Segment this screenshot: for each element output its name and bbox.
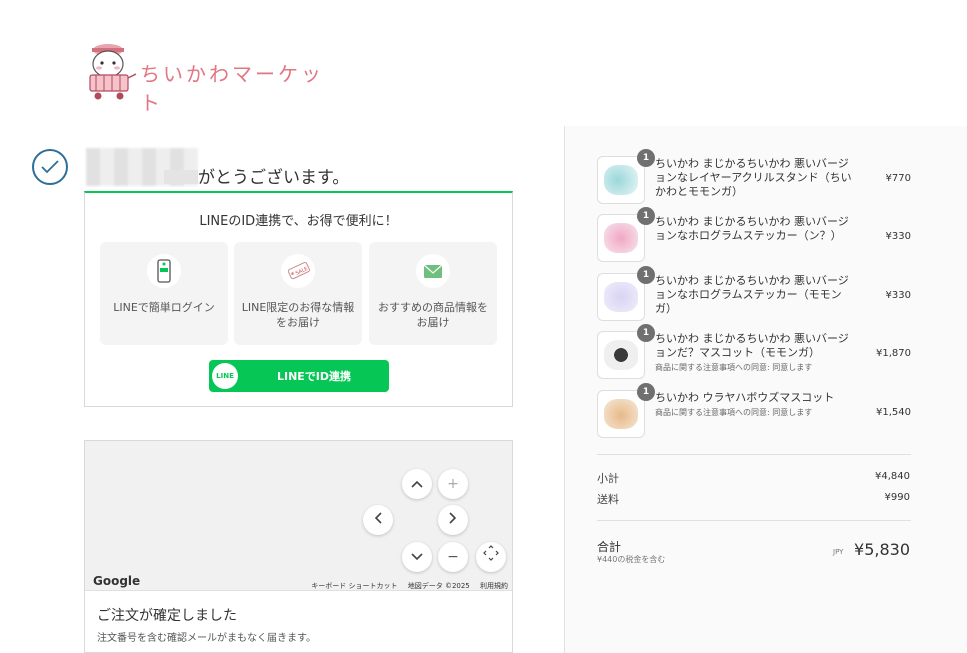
tax-included-note: ¥440の税金を含む — [597, 555, 666, 564]
google-logo: Google — [93, 574, 141, 588]
item-name: ちいかわ まじかるちいかわ 悪いバージョンなホログラムステッカー（モモンガ） — [655, 274, 849, 315]
chiikawa-cart-icon — [89, 44, 137, 100]
logo-text: ちいかわマーケット — [140, 62, 324, 115]
map-pan-up-button[interactable] — [402, 469, 432, 499]
map-pan-right-button[interactable] — [438, 505, 468, 535]
sale-tag-icon: SALE — [281, 254, 315, 288]
thanks-message: がとうございます。 — [198, 168, 350, 188]
map-zoom-out-button[interactable]: − — [438, 542, 468, 572]
subtotal-value: ¥4,840 — [875, 471, 910, 482]
item-qty-badge: 1 — [637, 383, 655, 401]
summary-divider — [597, 520, 911, 521]
summary-header-space — [564, 0, 967, 126]
order-item: 1 ちいかわ まじかるちいかわ 悪いバージョンなホログラムステッカー（ン？） ¥… — [597, 207, 911, 264]
chevron-up-icon — [411, 480, 423, 488]
line-panel-title: LINEのID連携で、お得で便利に！ — [199, 214, 398, 229]
map-zoom-in-button[interactable]: + — [438, 469, 468, 499]
order-confirmed-subtitle: 注文番号を含む確認メールがまもなく届きます。 — [97, 633, 316, 644]
shipping-value: ¥990 — [884, 492, 910, 503]
subtotal-label: 小計 — [597, 472, 619, 485]
main-column: ちいかわマーケット がとうございます。 LINEのID連携で、お得で便利に！ L… — [0, 0, 564, 653]
item-agreement-note: 商品に関する注意事項への同意: 同意します — [655, 408, 813, 417]
line-card-login: LINEで簡単ログイン — [100, 242, 228, 345]
keyboard-shortcuts-link[interactable]: キーボード ショートカット — [311, 582, 397, 590]
item-name: ちいかわ まじかるちいかわ 悪いバージョンなレイヤーアクリルスタンド（ちいかわと… — [655, 157, 852, 198]
total-label: 合計 — [597, 540, 622, 554]
item-qty-badge: 1 — [637, 207, 655, 225]
currency-code: JPY — [833, 548, 844, 556]
chevron-down-icon — [411, 553, 423, 561]
map-camera-control-button[interactable] — [476, 542, 506, 572]
order-item: 1 ちいかわ まじかるちいかわ 悪いバージョンだ？マスコット（モモンガ） 商品に… — [597, 324, 911, 381]
line-card-recommend-label: おすすめの商品情報をお届け — [378, 301, 488, 329]
map-data-attribution: 地図データ ©2025 — [407, 582, 470, 590]
item-price: ¥1,540 — [876, 407, 911, 418]
order-item: 1 ちいかわ まじかるちいかわ 悪いバージョンなレイヤーアクリルスタンド（ちいか… — [597, 149, 911, 206]
line-card-recommend: おすすめの商品情報をお届け — [369, 242, 497, 345]
chevron-left-icon — [374, 512, 382, 524]
chevron-right-icon — [449, 512, 457, 524]
item-agreement-note: 商品に関する注意事項への同意: 同意します — [655, 363, 813, 372]
map-view[interactable]: + − Google キーボード ショートカット 地図データ ©2025 利用規… — [85, 441, 512, 591]
order-item: 1 ちいかわ ウラヤハボウズマスコット 商品に関する注意事項への同意: 同意しま… — [597, 383, 911, 440]
line-logo-icon: LINE — [212, 363, 238, 389]
item-name: ちいかわ まじかるちいかわ 悪いバージョンなホログラムステッカー（ン？） — [655, 215, 849, 242]
line-link-panel: LINEのID連携で、お得で便利に！ LINEで簡単ログイン SALE LINE… — [84, 191, 513, 407]
summary-divider — [597, 454, 911, 455]
order-summary: 1 ちいかわ まじかるちいかわ 悪いバージョンなレイヤーアクリルスタンド（ちいか… — [564, 126, 967, 653]
shipping-label: 送料 — [597, 493, 619, 506]
mail-icon — [416, 254, 450, 288]
move-arrows-icon — [483, 545, 499, 561]
item-price: ¥330 — [885, 290, 911, 301]
blurred-customer-name-2 — [164, 170, 198, 184]
item-price: ¥330 — [885, 231, 911, 242]
map-footer-links: キーボード ショートカット 地図データ ©2025 利用規約 — [303, 581, 508, 591]
item-qty-badge: 1 — [637, 149, 655, 167]
map-pan-left-button[interactable] — [363, 505, 393, 535]
item-qty-badge: 1 — [637, 266, 655, 284]
check-circle-icon — [32, 149, 68, 185]
store-logo[interactable]: ちいかわマーケット — [86, 42, 326, 115]
map-pan-down-button[interactable] — [402, 542, 432, 572]
total-value: ¥5,830 — [854, 540, 910, 559]
line-card-deals: SALE LINE限定のお得な情報をお届け — [234, 242, 362, 345]
line-card-deals-label: LINE限定のお得な情報をお届け — [241, 301, 355, 329]
item-name: ちいかわ ウラヤハボウズマスコット — [655, 391, 835, 404]
line-link-button-label: LINEでID連携 — [276, 370, 352, 383]
line-card-login-label: LINEで簡単ログイン — [113, 301, 215, 314]
item-name: ちいかわ まじかるちいかわ 悪いバージョンだ？マスコット（モモンガ） — [655, 332, 849, 359]
terms-link[interactable]: 利用規約 — [480, 582, 508, 590]
order-confirmed-title: ご注文が確定しました — [97, 608, 237, 624]
item-price: ¥770 — [885, 173, 911, 184]
phone-icon — [147, 254, 181, 288]
map-panel: + − Google キーボード ショートカット 地図データ ©2025 利用規… — [84, 440, 513, 653]
order-item: 1 ちいかわ まじかるちいかわ 悪いバージョンなホログラムステッカー（モモンガ）… — [597, 266, 911, 323]
line-link-button[interactable]: LINE LINEでID連携 — [209, 360, 389, 392]
item-qty-badge: 1 — [637, 324, 655, 342]
item-price: ¥1,870 — [876, 348, 911, 359]
